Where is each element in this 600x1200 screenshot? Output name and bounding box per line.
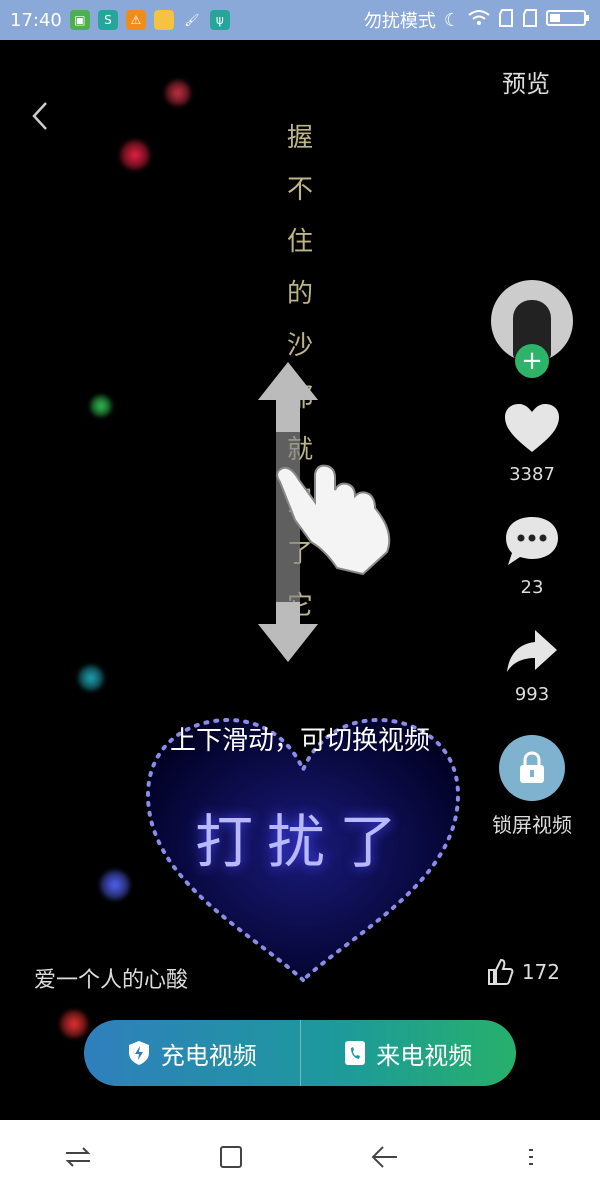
- phone-icon: [345, 1041, 366, 1065]
- sparkle-decoration: [60, 1010, 88, 1038]
- sparkle-decoration: [165, 80, 191, 106]
- like-count: 3387: [509, 464, 555, 485]
- dnd-label: 勿扰模式: [363, 11, 436, 32]
- status-time: 17:40: [10, 9, 62, 31]
- lock-icon: [499, 735, 565, 801]
- video-player[interactable]: 预览 握 不 住 的 沙 都 就 揚 了 它: [0, 40, 600, 1120]
- charge-shield-icon: [128, 1041, 149, 1065]
- moon-icon: ☾: [443, 9, 460, 31]
- switch-apps-icon[interactable]: [64, 1145, 92, 1175]
- swipe-gesture-icon: [255, 362, 405, 672]
- brush-icon: 🖌: [184, 13, 200, 27]
- share-count: 993: [514, 684, 550, 705]
- system-navigation-bar: [0, 1120, 600, 1200]
- menu-icon[interactable]: [526, 1145, 536, 1175]
- call-video-button[interactable]: 来电视频: [301, 1020, 517, 1086]
- lock-screen-label: 锁屏视频: [492, 813, 572, 837]
- comment-icon: [506, 517, 558, 565]
- battery-icon: [546, 8, 590, 33]
- call-video-label: 来电视频: [376, 1041, 473, 1070]
- preview-button[interactable]: 预览: [502, 64, 550, 99]
- back-icon[interactable]: [371, 1145, 399, 1175]
- side-action-bar: + 3387 23 993 锁屏视频: [490, 280, 574, 838]
- video-action-bar: 充电视频 来电视频: [84, 1020, 516, 1086]
- lock-screen-video-button[interactable]: 锁屏视频: [492, 735, 572, 838]
- follow-button[interactable]: +: [515, 344, 549, 378]
- heart-icon: [505, 404, 559, 452]
- likes-count: 172: [521, 960, 560, 984]
- status-bar: 17:40 ▣ S ⚠ 🖌 ψ 勿扰模式 ☾: [0, 0, 600, 40]
- charge-video-button[interactable]: 充电视频: [84, 1020, 301, 1086]
- sim-2-icon: [522, 8, 538, 33]
- home-square-icon[interactable]: [219, 1145, 243, 1175]
- sparkle-decoration: [78, 665, 104, 691]
- folder-icon: [153, 10, 174, 30]
- sparkle-decoration: [120, 140, 150, 170]
- like-button[interactable]: 3387: [503, 402, 561, 485]
- sync-icon: S: [97, 10, 118, 30]
- heart-text: 打扰了: [194, 808, 411, 876]
- video-likes[interactable]: 172: [486, 958, 560, 986]
- sim-1-icon: [498, 8, 514, 33]
- sparkle-decoration: [90, 395, 112, 417]
- share-button[interactable]: 993: [505, 628, 559, 705]
- usb-icon: ψ: [209, 10, 230, 30]
- share-arrow-icon: [507, 630, 557, 672]
- wifi-icon: [468, 9, 490, 32]
- comment-button[interactable]: 23: [504, 515, 560, 598]
- sparkle-decoration: [100, 870, 130, 900]
- warning-icon: ⚠: [125, 10, 146, 30]
- video-title: 爱一个人的心酸: [34, 968, 189, 993]
- back-arrow-icon[interactable]: [30, 100, 50, 140]
- charge-video-label: 充电视频: [160, 1041, 257, 1070]
- thumbs-up-icon: [487, 958, 514, 985]
- comment-count: 23: [520, 577, 544, 598]
- app-notification-icon: ▣: [69, 10, 90, 30]
